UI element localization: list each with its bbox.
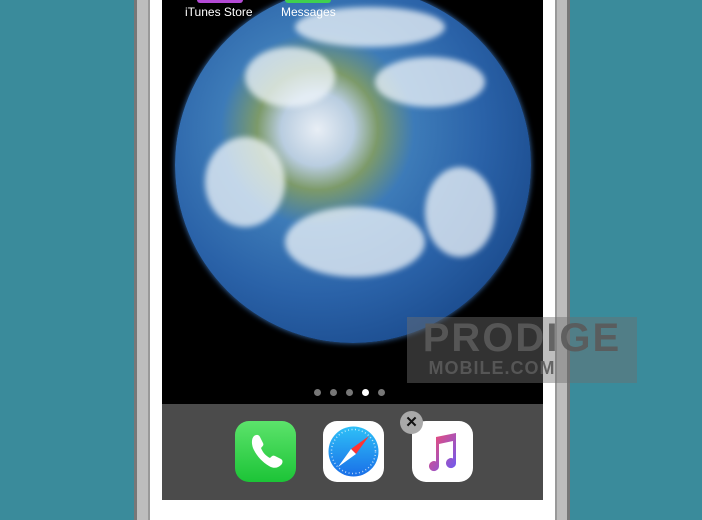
page-dot[interactable] (378, 389, 385, 396)
phone-icon (251, 434, 283, 468)
earth-wallpaper (175, 0, 531, 343)
safari-app-button[interactable] (323, 421, 384, 482)
watermark-line2: MOBILE.COM (428, 358, 556, 378)
messages-icon[interactable] (285, 0, 331, 3)
home-screen: iTunes Store Messages ✕ (162, 0, 543, 500)
watermark: PRODIGE MOBILE.COM (407, 317, 637, 383)
page-dot[interactable] (330, 389, 337, 396)
page-dot[interactable] (314, 389, 321, 396)
page-indicator[interactable] (314, 389, 385, 396)
delete-app-button[interactable]: ✕ (400, 411, 423, 434)
music-app-button[interactable] (412, 421, 473, 482)
itunes-store-label[interactable]: iTunes Store (185, 5, 253, 19)
phone-app-button[interactable] (235, 421, 296, 482)
messages-label[interactable]: Messages (281, 5, 336, 19)
page-dot-active[interactable] (362, 389, 369, 396)
safari-compass-icon (328, 426, 379, 477)
itunes-store-icon[interactable] (197, 0, 243, 3)
watermark-line1: PRODIGE (422, 316, 622, 360)
music-note-icon (429, 433, 457, 472)
dock: ✕ (162, 404, 543, 500)
page-dot[interactable] (346, 389, 353, 396)
